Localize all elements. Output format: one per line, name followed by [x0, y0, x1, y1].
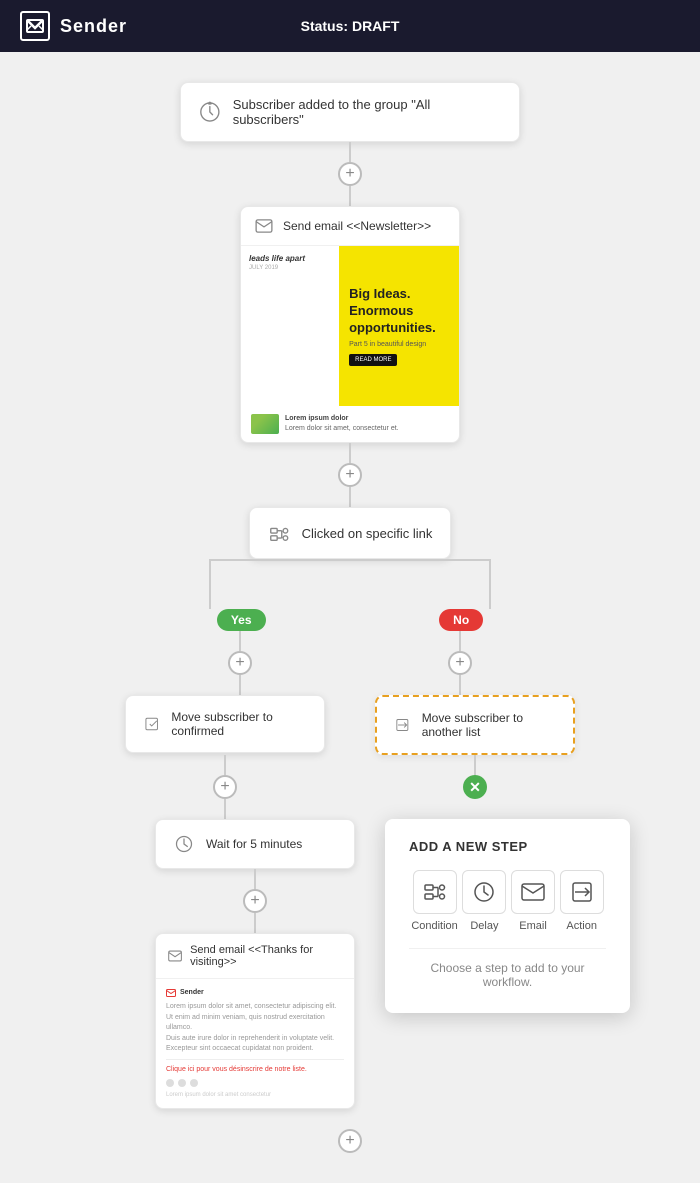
- branch-right-bottom-connector: [474, 755, 476, 775]
- action-icon-box: [560, 870, 604, 914]
- email2-red-link: Clique ici pour vous désinscrire de notr…: [166, 1064, 344, 1075]
- send-email-label: Send email <<Newsletter>>: [283, 219, 431, 233]
- move-confirmed-label: Move subscriber to confirmed: [171, 710, 306, 738]
- condition-icon-box: [413, 870, 457, 914]
- send-email-node[interactable]: Send email <<Newsletter>> leads life apa…: [240, 206, 460, 443]
- branch-no-tag: No: [439, 609, 483, 631]
- send-email2-node[interactable]: Send email <<Thanks for visiting>> Sende…: [155, 933, 355, 1109]
- branch-left-bottom-connector2: [224, 799, 226, 819]
- move-another-list-node[interactable]: Move subscriber to another list: [375, 695, 575, 755]
- email-preview-image: leads life apart JULY 2019 Big Ideas. En…: [241, 246, 459, 406]
- email-subtext: Part 5 in beautiful design: [349, 341, 449, 348]
- header: Sender Status: DRAFT: [0, 0, 700, 52]
- email2-header: Send email <<Thanks for visiting>>: [156, 934, 354, 979]
- left-branch-continuation: Wait for 5 minutes + Send email <<Thanks…: [155, 819, 355, 1109]
- branch-left-bottom-connector: [224, 755, 226, 775]
- email2-footer-placeholder: Lorem ipsum dolor sit amet consectetur: [166, 1091, 344, 1101]
- connector-2: [349, 186, 351, 206]
- add-btn-no[interactable]: +: [448, 651, 472, 675]
- email2-body: Sender Lorem ipsum dolor sit amet, conse…: [156, 979, 354, 1108]
- email2-line4: Excepteur sint occaecat cupidatat non pr…: [166, 1044, 344, 1055]
- trigger-node[interactable]: Subscriber added to the group "All subsc…: [180, 82, 520, 142]
- status-value: DRAFT: [352, 18, 399, 34]
- logo: Sender: [20, 11, 127, 41]
- move-another-list-label: Move subscriber to another list: [422, 711, 555, 739]
- branch-right-connector2: [459, 675, 461, 695]
- wait-node[interactable]: Wait for 5 minutes: [155, 819, 355, 869]
- condition-node[interactable]: Clicked on specific link: [249, 507, 452, 559]
- add-step-title: ADD A NEW STEP: [409, 839, 606, 854]
- branch-section: Yes No + + Move subs: [70, 559, 630, 1109]
- email-footer-img: [251, 414, 279, 434]
- add-step-delay[interactable]: Delay: [462, 870, 506, 932]
- add-btn-left-bottom[interactable]: +: [213, 775, 237, 799]
- add-step-action[interactable]: Action: [560, 870, 604, 932]
- social-icon-2: [178, 1079, 186, 1087]
- branch-right-connector1: [459, 631, 461, 651]
- email2-line3: Duis aute irure dolor in reprehenderit i…: [166, 1034, 344, 1045]
- action-step-label: Action: [566, 920, 597, 932]
- status-bar: Status: DRAFT: [301, 18, 400, 34]
- email-yellow-block: Big Ideas. Enormous opportunities. Part …: [339, 246, 459, 406]
- wait-connector: [254, 869, 256, 889]
- branch-connectors-after-tags: + +: [70, 631, 630, 695]
- condition-step-label: Condition: [411, 920, 457, 932]
- email-cta: READ MORE: [349, 354, 397, 366]
- email-headline: Big Ideas.: [349, 286, 449, 303]
- condition-label: Clicked on specific link: [302, 526, 433, 541]
- connector-3: [349, 443, 351, 463]
- status-label: Status:: [301, 18, 348, 34]
- email2-line1: Lorem ipsum dolor sit amet, consectetur …: [166, 1002, 344, 1013]
- add-step-condition[interactable]: Condition: [411, 870, 457, 932]
- footer-text: Lorem ipsum dolor: [285, 414, 399, 424]
- trigger-label: Subscriber added to the group "All subsc…: [233, 97, 501, 127]
- app-name: Sender: [60, 16, 127, 37]
- delay-step-label: Delay: [470, 920, 498, 932]
- wait-label: Wait for 5 minutes: [206, 837, 302, 851]
- delay-icon-box: [462, 870, 506, 914]
- branch-yes-tag: Yes: [217, 609, 266, 631]
- email-footer: Lorem ipsum dolor Lorem dolor sit amet, …: [241, 406, 459, 442]
- connector-4: [349, 487, 351, 507]
- footer-sub: Lorem dolor sit amet, consectetur et.: [285, 424, 399, 434]
- popup-area: Wait for 5 minutes + Send email <<Thanks…: [70, 819, 630, 1109]
- bottom-add-area: +: [338, 1129, 362, 1153]
- add-btn-wait[interactable]: +: [243, 889, 267, 913]
- logo-icon: [20, 11, 50, 41]
- social-icon-3: [190, 1079, 198, 1087]
- workflow-canvas: Subscriber added to the group "All subsc…: [0, 52, 700, 1183]
- email-headline2: Enormous: [349, 303, 449, 320]
- add-btn-yes[interactable]: +: [228, 651, 252, 675]
- branch-right-vline: [489, 559, 491, 609]
- social-icon-1: [166, 1079, 174, 1087]
- email-headline3: opportunities.: [349, 320, 449, 337]
- move-confirmed-node[interactable]: Move subscriber to confirmed: [125, 695, 325, 753]
- branch-hline: [210, 559, 490, 561]
- email-icon-box: [511, 870, 555, 914]
- branch-action-nodes: Move subscriber to confirmed Move subscr…: [70, 695, 630, 755]
- branch-bottom-connectors: + ✕: [70, 755, 630, 819]
- branch-left-vline: [209, 559, 211, 609]
- email-node-header: Send email <<Newsletter>>: [241, 207, 459, 246]
- email-preview-body: leads life apart JULY 2019 Big Ideas. En…: [241, 246, 459, 442]
- send-email2-label: Send email <<Thanks for visiting>>: [190, 944, 342, 968]
- branch-tags: Yes No: [70, 609, 630, 631]
- close-branch-btn[interactable]: ✕: [463, 775, 487, 799]
- email-white-block: leads life apart JULY 2019: [241, 246, 339, 406]
- wait-connector2: [254, 913, 256, 933]
- add-btn-bottom[interactable]: +: [338, 1129, 362, 1153]
- connector-1: [349, 142, 351, 162]
- add-step-hint: Choose a step to add to your workflow.: [409, 948, 606, 989]
- add-btn-1[interactable]: +: [338, 162, 362, 186]
- email-step-label: Email: [519, 920, 547, 932]
- add-new-step-popup: ADD A NEW STEP: [385, 819, 630, 1013]
- email2-line2: Ut enim ad minim veniam, quis nostrud ex…: [166, 1013, 344, 1034]
- add-step-email[interactable]: Email: [511, 870, 555, 932]
- branch-left-connector2: [239, 675, 241, 695]
- add-btn-2[interactable]: +: [338, 463, 362, 487]
- add-step-icons-row: Condition Delay: [409, 870, 606, 932]
- social-icons: [166, 1079, 344, 1087]
- branch-lines: [70, 559, 630, 609]
- branch-left-connector1: [239, 631, 241, 651]
